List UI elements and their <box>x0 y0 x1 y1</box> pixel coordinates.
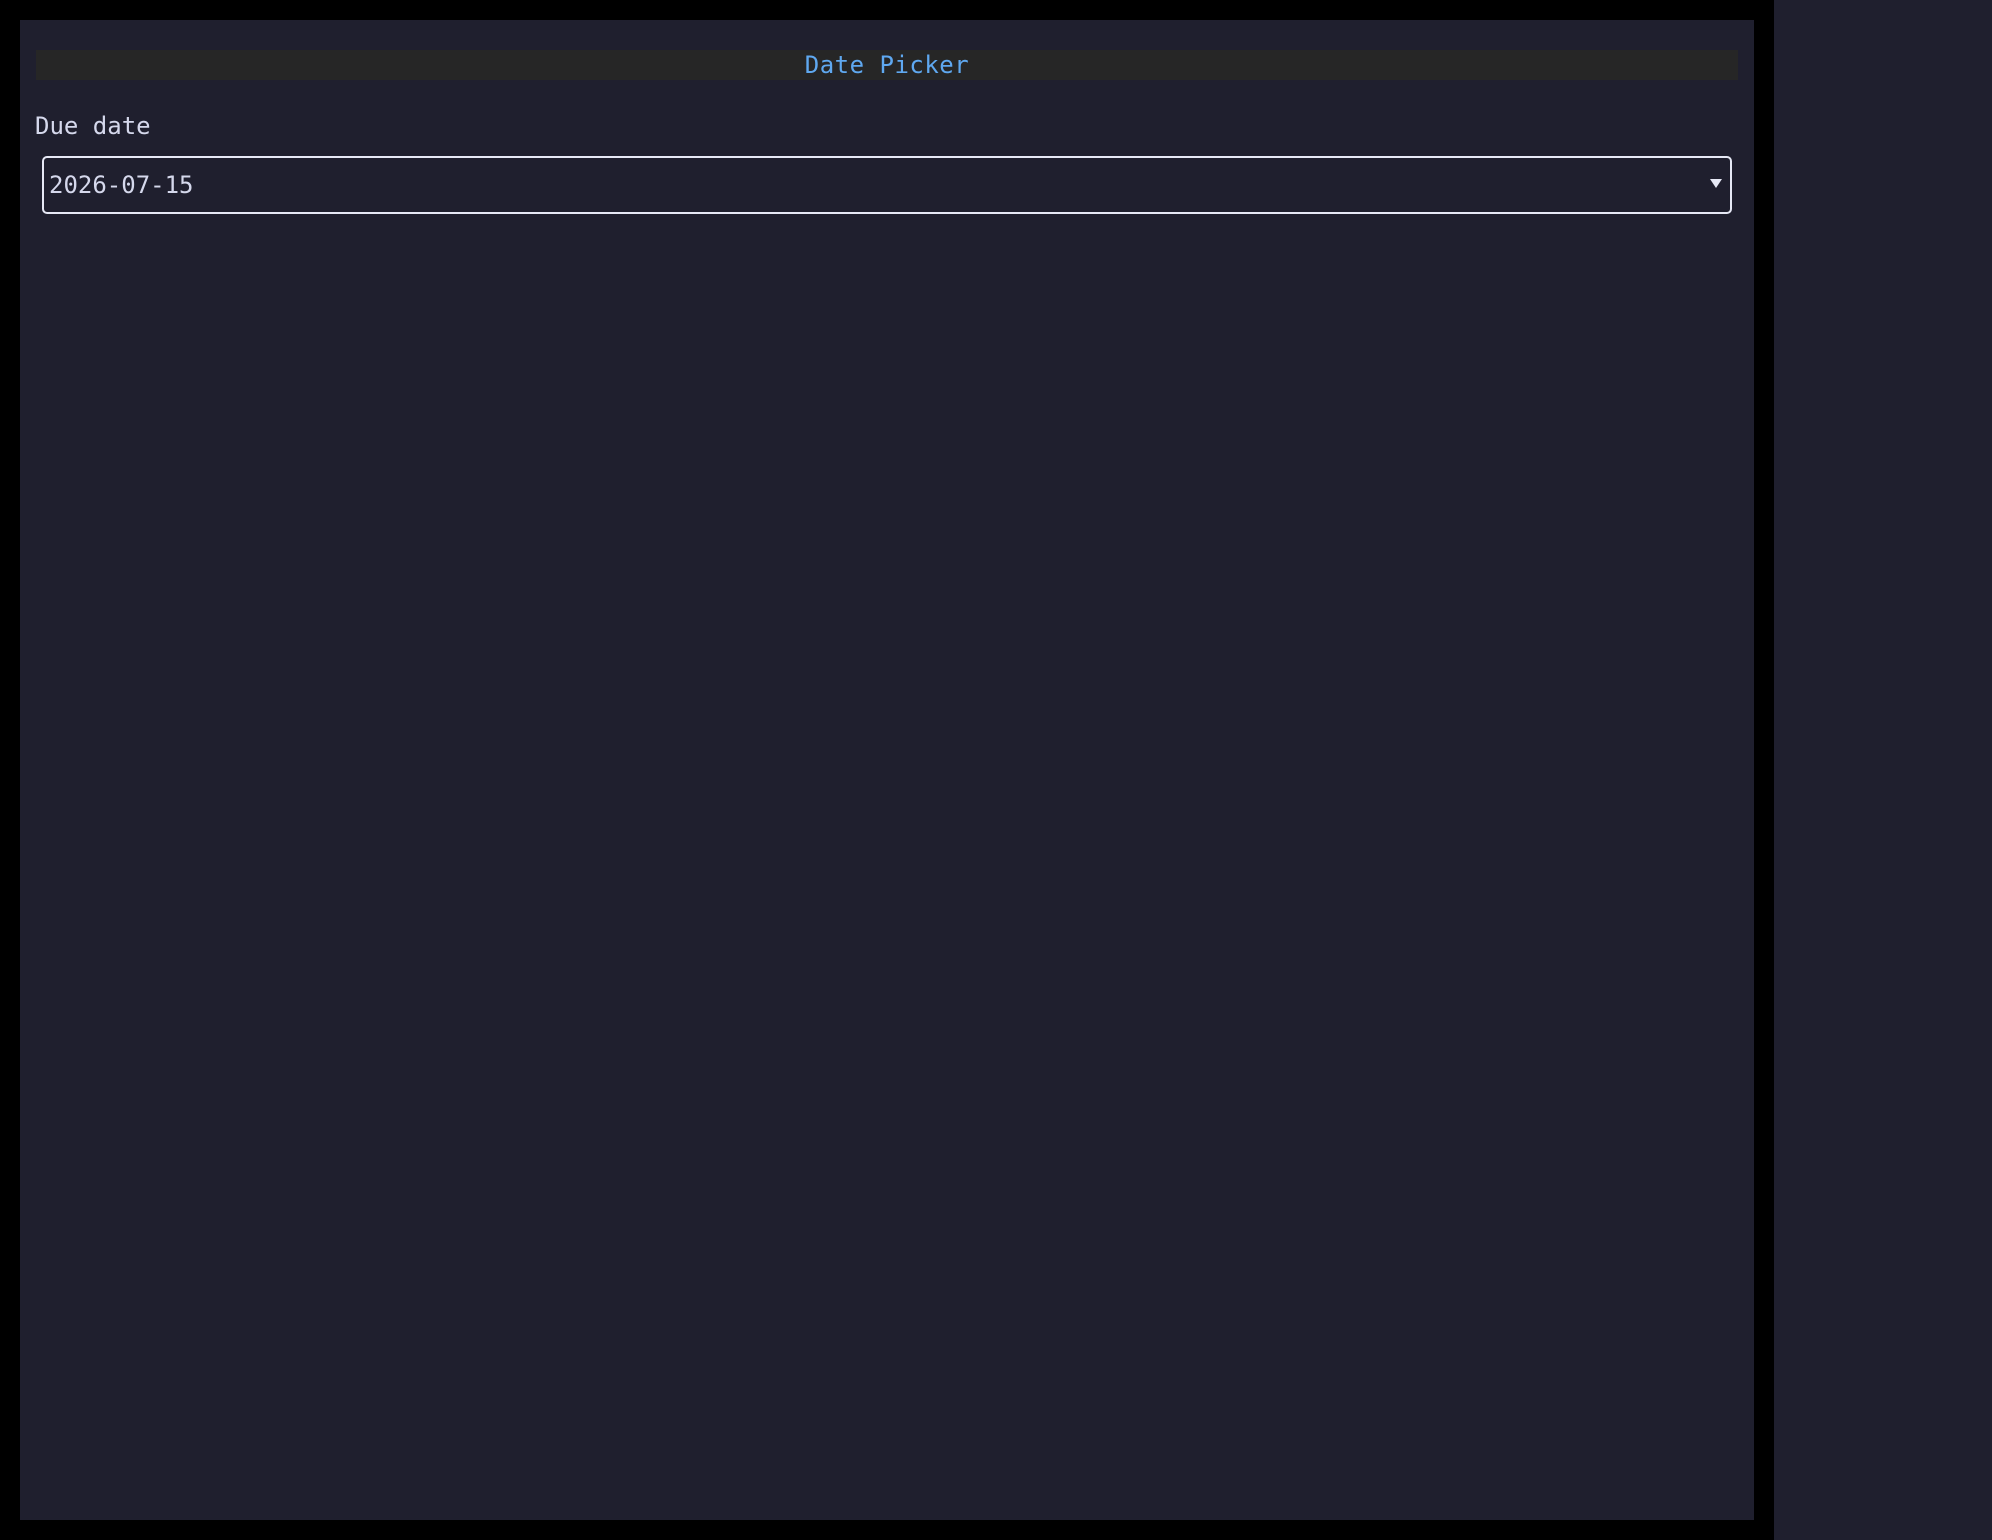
chevron-down-icon <box>1710 179 1722 188</box>
due-date-label: Due date <box>35 112 151 140</box>
due-date-select[interactable]: 2026-07-15 <box>42 156 1732 214</box>
due-date-value: 2026-07-15 <box>49 171 194 199</box>
date-picker-window: Date Picker Due date 2026-07-15 <box>20 20 1754 1520</box>
screen: Date Picker Due date 2026-07-15 <box>0 0 1992 1540</box>
window-title: Date Picker <box>36 50 1738 80</box>
side-pane <box>1774 0 1992 1540</box>
